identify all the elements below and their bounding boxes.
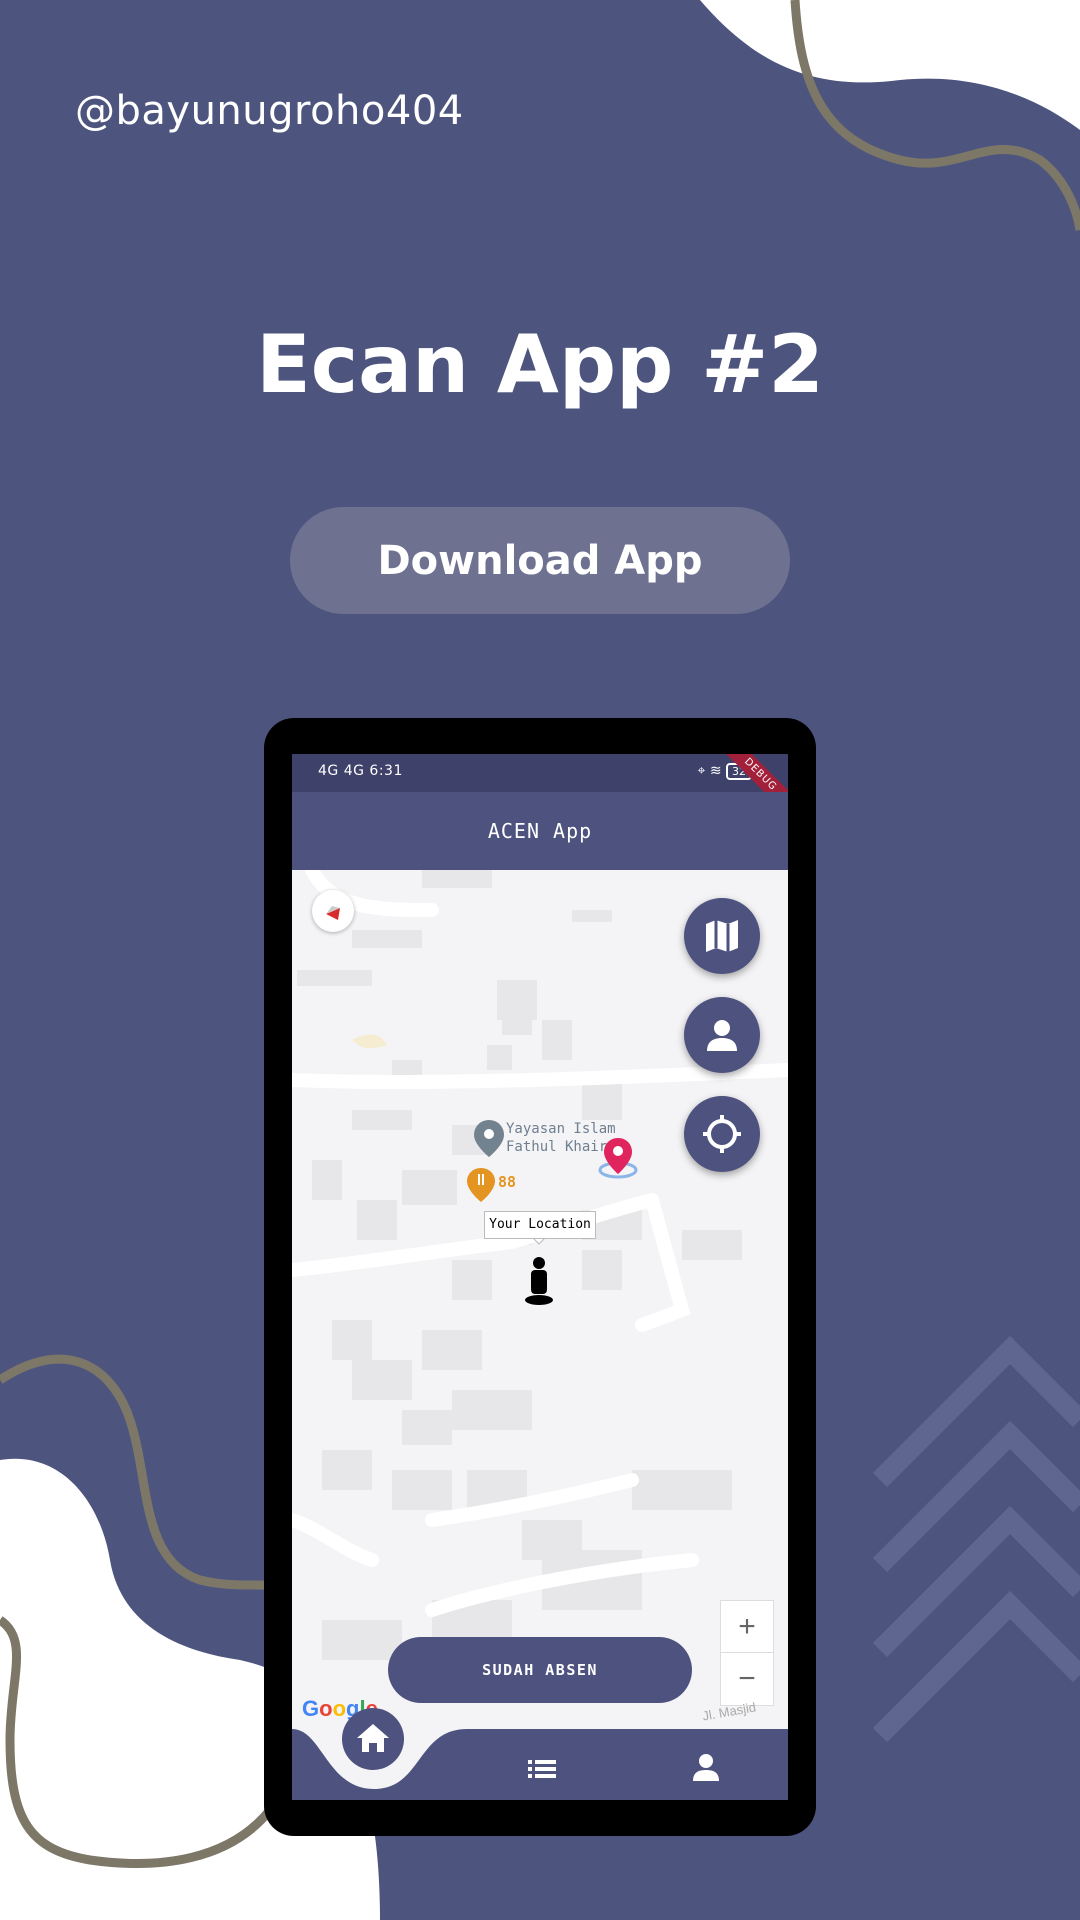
person-icon — [707, 1020, 737, 1051]
map-type-button[interactable] — [684, 898, 760, 974]
map-icon — [706, 920, 738, 952]
status-left-text: 4G 4G 6:31 — [318, 763, 403, 779]
zoom-in-button[interactable]: + — [721, 1601, 773, 1652]
phone-screen: 4G 4G 6:31 ⌖ ≋ 32 DEBUG ACEN App Yayasan… — [292, 754, 788, 1800]
zoom-controls: + − — [720, 1600, 774, 1706]
profile-fab-button[interactable] — [684, 997, 760, 1073]
blob-top-right — [700, 0, 1080, 130]
author-handle: @bayunugroho404 — [75, 88, 464, 134]
chevron-pattern — [872, 1335, 1080, 1743]
poi-label-line1: Yayasan Islam — [506, 1121, 616, 1137]
wifi-icon: ≋ — [709, 763, 722, 779]
home-icon — [357, 1724, 389, 1752]
nav-list-button[interactable] — [522, 1749, 562, 1789]
restaurant-label: 88 — [498, 1173, 517, 1191]
sudah-absen-button[interactable]: SUDAH ABSEN — [388, 1637, 692, 1703]
compass-icon — [326, 906, 340, 920]
page-title: Ecan App #2 — [256, 318, 824, 411]
gps-target-icon — [703, 1115, 741, 1153]
my-location-button[interactable] — [684, 1096, 760, 1172]
zoom-out-button[interactable]: − — [721, 1652, 773, 1704]
person-icon — [693, 1754, 719, 1781]
nav-home-button[interactable] — [342, 1708, 404, 1770]
poi-label-line2: Fathul Khair — [506, 1139, 608, 1155]
list-icon — [528, 1760, 556, 1778]
location-status-icon: ⌖ — [697, 763, 706, 779]
download-app-button[interactable]: Download App — [290, 507, 790, 614]
your-location-tooltip: Your Location — [484, 1211, 596, 1239]
compass-button[interactable] — [312, 890, 354, 932]
app-title: ACEN App — [292, 792, 788, 870]
status-bar: 4G 4G 6:31 ⌖ ≋ 32 DEBUG — [292, 754, 788, 824]
nav-profile-button[interactable] — [686, 1747, 726, 1787]
